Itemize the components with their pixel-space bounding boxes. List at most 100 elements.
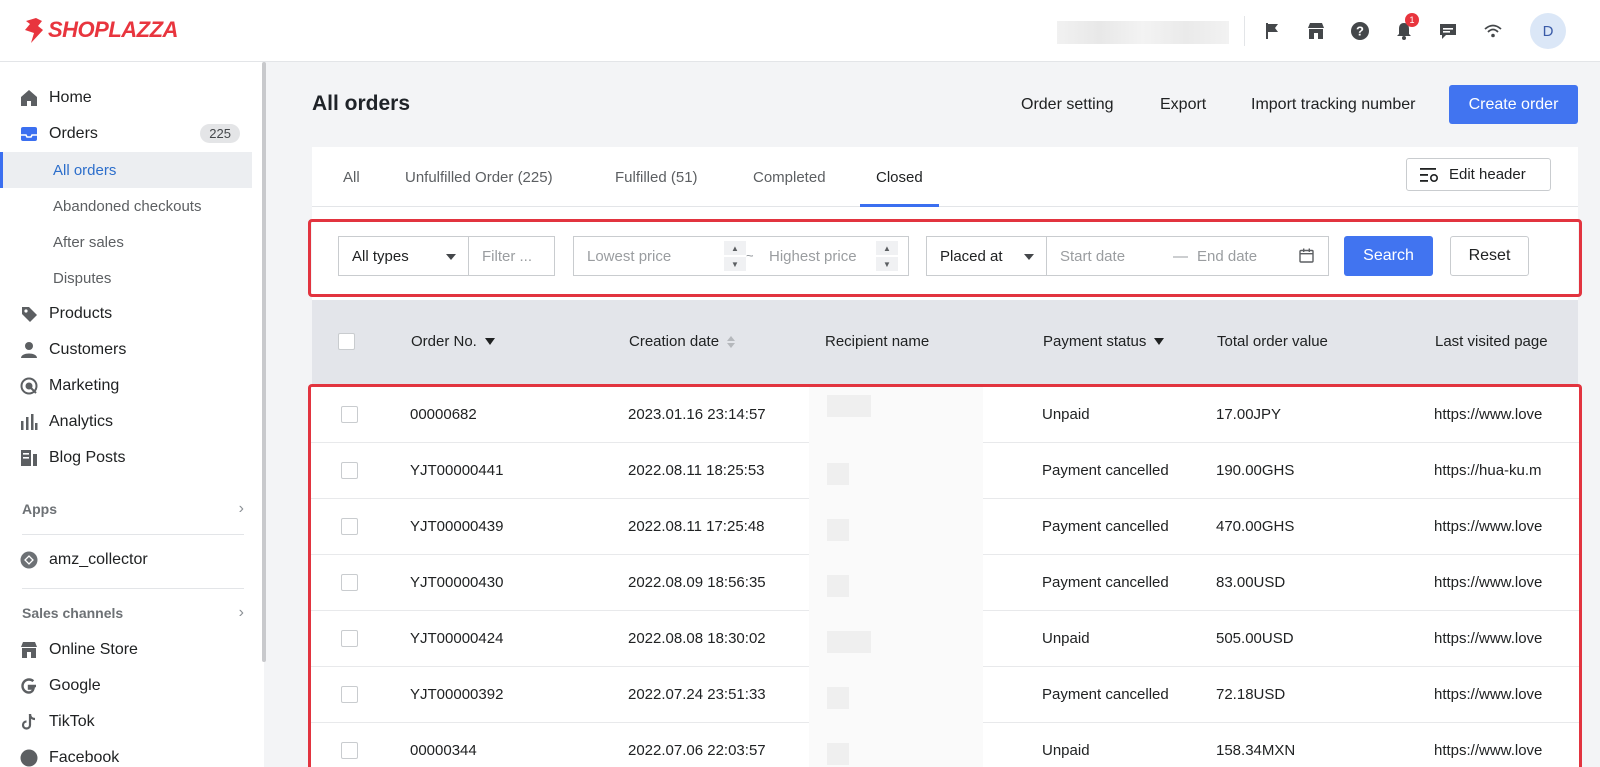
last-visited-page[interactable]: https://www.love: [1434, 574, 1542, 591]
order-number[interactable]: YJT00000424: [410, 630, 503, 647]
help-icon[interactable]: ?: [1348, 19, 1372, 43]
tab-completed[interactable]: Completed: [753, 147, 826, 207]
stepper-up-icon[interactable]: ▲: [876, 241, 898, 255]
reset-button[interactable]: Reset: [1450, 236, 1529, 276]
create-order-button[interactable]: Create order: [1449, 85, 1578, 124]
filter-bar: All types Filter ... Lowest price ▲ ▼ ~ H…: [308, 219, 1582, 297]
column-creation-date[interactable]: Creation date: [629, 333, 736, 350]
stepper-down-icon[interactable]: ▼: [876, 257, 898, 271]
sidebar-item-home[interactable]: Home: [0, 80, 252, 116]
sort-down-icon[interactable]: [484, 338, 495, 345]
filter-input[interactable]: Filter ...: [468, 236, 555, 276]
last-visited-page[interactable]: https://www.love: [1434, 686, 1542, 703]
import-tracking-button[interactable]: Import tracking number: [1251, 96, 1416, 114]
tab-all[interactable]: All: [343, 147, 360, 207]
sidebar-item-analytics[interactable]: Analytics: [0, 404, 252, 440]
date-type-select[interactable]: Placed at: [926, 236, 1047, 276]
tab-fulfilled[interactable]: Fulfilled (51): [615, 147, 698, 207]
date-range-input[interactable]: Start date — End date: [1046, 236, 1329, 276]
sidebar-item-label: TikTok: [49, 713, 95, 730]
order-number[interactable]: 00000344: [410, 742, 477, 759]
payment-status: Unpaid: [1042, 742, 1090, 759]
shoplazza-logo[interactable]: SHOPLAZZA: [22, 16, 178, 44]
row-checkbox[interactable]: [341, 686, 358, 703]
sidebar-item-abandoned-checkouts[interactable]: Abandoned checkouts: [0, 188, 252, 224]
tab-unfulfilled[interactable]: Unfulfilled Order (225): [405, 147, 553, 207]
tab-label: All: [343, 168, 360, 186]
bell-icon[interactable]: 1: [1392, 13, 1419, 43]
end-date-placeholder: End date: [1197, 247, 1258, 265]
store-name-redacted: [1057, 21, 1229, 44]
sidebar-item-tiktok[interactable]: TikTok: [0, 704, 252, 740]
sidebar-item-products[interactable]: Products: [0, 296, 252, 332]
row-checkbox[interactable]: [341, 742, 358, 759]
sidebar-item-customers[interactable]: Customers: [0, 332, 252, 368]
sidebar-item-all-orders[interactable]: All orders: [0, 152, 252, 188]
filter-down-icon[interactable]: [1154, 338, 1165, 345]
start-date-placeholder: Start date: [1060, 247, 1126, 265]
stepper-down-icon[interactable]: ▼: [724, 257, 746, 271]
creation-date: 2022.08.11 17:25:48: [628, 518, 765, 535]
search-button[interactable]: Search: [1344, 236, 1433, 276]
last-visited-page[interactable]: https://hua-ku.m: [1434, 462, 1542, 479]
column-payment-status[interactable]: Payment status: [1043, 333, 1165, 350]
highest-price-input[interactable]: Highest price ▲ ▼: [756, 236, 909, 276]
price-stepper[interactable]: ▲ ▼: [724, 241, 746, 271]
apps-section-header[interactable]: Apps ›: [22, 500, 244, 518]
type-select-value: All types: [352, 247, 409, 265]
facebook-icon: [19, 748, 39, 767]
sales-channels-heading: Sales channels: [22, 605, 124, 621]
last-visited-page[interactable]: https://www.love: [1434, 630, 1542, 647]
wifi-icon[interactable]: [1481, 19, 1505, 43]
lowest-price-input[interactable]: Lowest price ▲ ▼: [573, 236, 757, 276]
order-number[interactable]: YJT00000441: [410, 462, 503, 479]
last-visited-page[interactable]: https://www.love: [1434, 406, 1542, 423]
sidebar-item-blog-posts[interactable]: Blog Posts: [0, 440, 252, 476]
stepper-up-icon[interactable]: ▲: [724, 241, 746, 255]
select-all-checkbox[interactable]: [338, 333, 355, 350]
row-checkbox[interactable]: [341, 406, 358, 423]
flag-icon[interactable]: [1260, 19, 1284, 43]
brand-name: SHOPLAZZA: [48, 17, 178, 42]
order-number[interactable]: YJT00000430: [410, 574, 503, 591]
order-number[interactable]: 00000682: [410, 406, 477, 423]
date-type-value: Placed at: [940, 247, 1003, 265]
row-checkbox[interactable]: [341, 630, 358, 647]
row-checkbox[interactable]: [341, 574, 358, 591]
sidebar-item-orders[interactable]: Orders 225: [0, 116, 252, 152]
sidebar-item-online-store[interactable]: Online Store: [0, 632, 252, 668]
last-visited-page[interactable]: https://www.love: [1434, 518, 1542, 535]
user-avatar[interactable]: D: [1530, 13, 1566, 49]
order-total: 17.00JPY: [1216, 406, 1282, 423]
sort-icon[interactable]: [727, 335, 736, 348]
order-setting-button[interactable]: Order setting: [1021, 96, 1113, 114]
creation-date: 2022.08.08 18:30:02: [628, 630, 766, 647]
calendar-icon: [1299, 248, 1314, 263]
tab-closed[interactable]: Closed: [860, 147, 939, 207]
table-header: Order No. Creation date Recipient name P…: [312, 300, 1578, 384]
sales-channels-header[interactable]: Sales channels ›: [22, 604, 244, 622]
sidebar-item-facebook[interactable]: Facebook: [0, 740, 252, 767]
type-select[interactable]: All types: [338, 236, 469, 276]
sidebar-item-marketing[interactable]: Marketing: [0, 368, 252, 404]
export-button[interactable]: Export: [1160, 96, 1206, 114]
chat-icon[interactable]: [1436, 19, 1460, 43]
order-number[interactable]: YJT00000439: [410, 518, 503, 535]
sidebar-item-amz-collector[interactable]: amz_collector: [0, 542, 252, 578]
edit-header-button[interactable]: Edit header: [1406, 158, 1551, 191]
store-icon[interactable]: [1304, 19, 1328, 43]
chevron-right-icon: ›: [238, 500, 244, 517]
sidebar-item-after-sales[interactable]: After sales: [0, 224, 252, 260]
sidebar-item-disputes[interactable]: Disputes: [0, 260, 252, 296]
row-checkbox[interactable]: [341, 518, 358, 535]
last-visited-page[interactable]: https://www.love: [1434, 742, 1542, 759]
column-order-no[interactable]: Order No.: [411, 333, 495, 350]
row-checkbox[interactable]: [341, 462, 358, 479]
price-stepper[interactable]: ▲ ▼: [876, 241, 898, 271]
column-total-order-value: Total order value: [1217, 333, 1328, 350]
payment-status: Unpaid: [1042, 630, 1090, 647]
sidebar-scrollbar[interactable]: [262, 62, 266, 662]
sidebar-item-google[interactable]: Google: [0, 668, 252, 704]
column-label: Recipient name: [825, 333, 930, 350]
order-number[interactable]: YJT00000392: [410, 686, 503, 703]
